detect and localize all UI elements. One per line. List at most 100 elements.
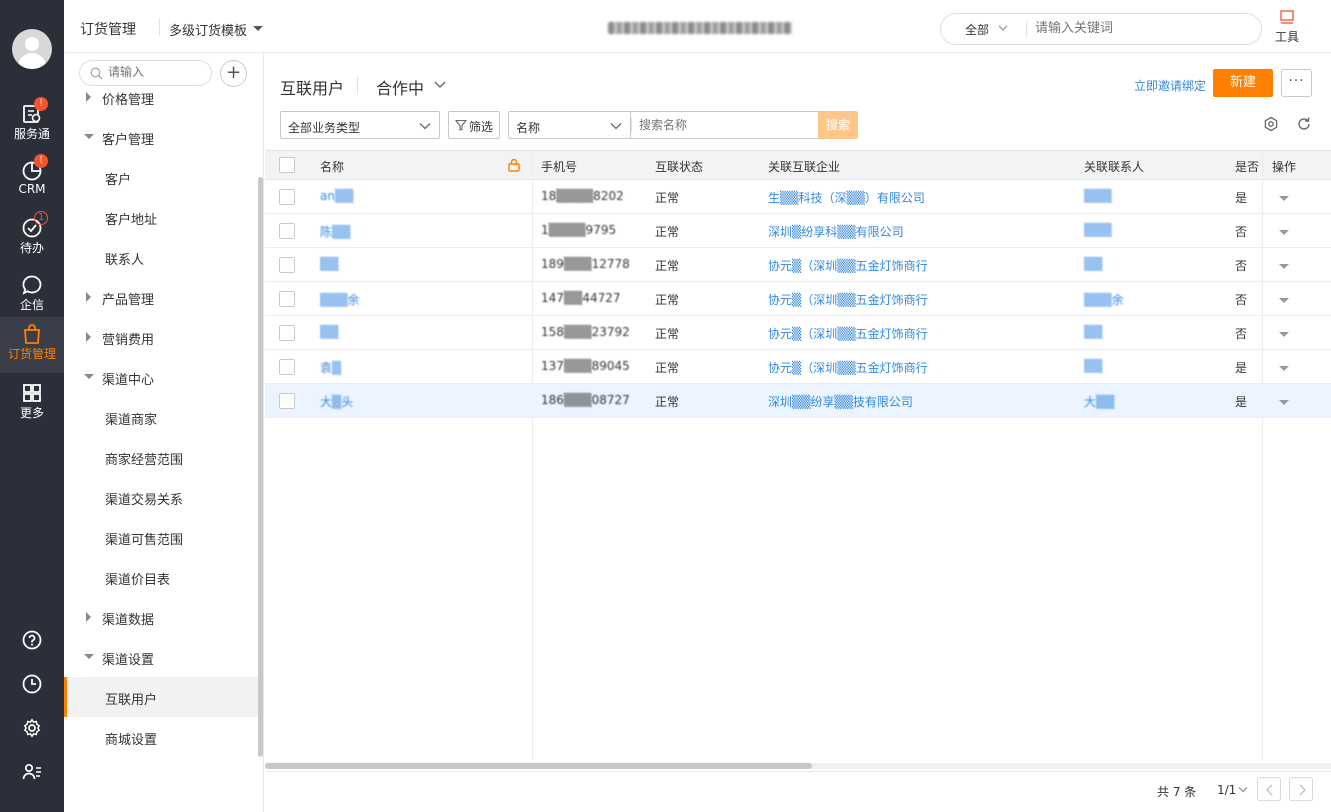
column-header-name[interactable]: 名称 bbox=[320, 158, 344, 175]
cell-contact[interactable]: ▒▒ bbox=[1084, 359, 1102, 373]
tree-item-product-mgmt[interactable]: 产品管理 bbox=[64, 277, 258, 317]
cell-contact[interactable]: 大▒▒ bbox=[1084, 393, 1114, 410]
rail-item-crm[interactable]: ! CRM bbox=[0, 154, 64, 210]
cell-company[interactable]: 协元▒（深圳▒▒五金灯饰商行 bbox=[768, 257, 928, 274]
more-button[interactable]: ··· bbox=[1281, 69, 1312, 97]
cell-company[interactable]: 深圳▒▒纷享▒▒技有限公司 bbox=[768, 393, 913, 410]
row-checkbox[interactable] bbox=[279, 359, 295, 375]
settings-icon[interactable] bbox=[1263, 116, 1279, 132]
cell-name[interactable]: 陈▒▒ bbox=[320, 223, 350, 240]
rail-item-todo[interactable]: 1 待办 bbox=[0, 211, 64, 267]
settings-button[interactable] bbox=[0, 708, 64, 748]
sidebar-scrollbar[interactable] bbox=[258, 177, 263, 757]
table-row[interactable]: ▒▒ 158▒▒▒23792 正常 协元▒（深圳▒▒五金灯饰商行 ▒▒ 否 bbox=[265, 316, 1331, 350]
global-search-input[interactable] bbox=[1035, 21, 1235, 36]
tree-item-channel-merchants[interactable]: 渠道商家 bbox=[64, 397, 258, 437]
search-field-select[interactable]: 名称 bbox=[508, 111, 630, 139]
row-checkbox[interactable] bbox=[279, 393, 295, 409]
tree-item-customer-address[interactable]: 客户地址 bbox=[64, 197, 258, 237]
row-action-caret-icon[interactable] bbox=[1279, 264, 1289, 269]
table-row[interactable]: an▒▒ 18▒▒▒▒8202 正常 生▒▒科技（深▒▒）有限公司 ▒▒▒ 是 bbox=[265, 180, 1331, 214]
tree-item-channel-price-list[interactable]: 渠道价目表 bbox=[64, 557, 258, 597]
tree-item-channel-sale-scope[interactable]: 渠道可售范围 bbox=[64, 517, 258, 557]
rail-item-messenger[interactable]: 企信 bbox=[0, 268, 64, 324]
cell-name[interactable]: an▒▒ bbox=[320, 189, 353, 203]
table-row[interactable]: ▒▒ 189▒▒▒12778 正常 协元▒（深圳▒▒五金灯饰商行 ▒▒ 否 bbox=[265, 248, 1331, 282]
tree-item-customer-mgmt[interactable]: 客户管理 bbox=[64, 117, 258, 157]
tree-item-price[interactable]: 价格管理 bbox=[64, 77, 258, 117]
cell-company[interactable]: 生▒▒科技（深▒▒）有限公司 bbox=[768, 189, 925, 206]
column-header-linked-contact[interactable]: 关联联系人 bbox=[1084, 158, 1144, 175]
page-indicator[interactable]: 1/1 bbox=[1217, 783, 1236, 797]
row-checkbox[interactable] bbox=[279, 189, 295, 205]
rail-item-service[interactable]: ! 服务通 bbox=[0, 97, 64, 153]
prev-page-button[interactable] bbox=[1257, 777, 1281, 801]
rail-item-more[interactable]: 更多 bbox=[0, 376, 64, 432]
cell-company[interactable]: 深圳▒纷享科▒▒有限公司 bbox=[768, 223, 904, 240]
business-type-select[interactable]: 全部业务类型 bbox=[280, 111, 440, 139]
cell-contact[interactable]: ▒▒▒余 bbox=[1084, 291, 1124, 308]
tree-item-customer[interactable]: 客户 bbox=[64, 157, 258, 197]
column-header-phone[interactable]: 手机号 bbox=[541, 158, 577, 175]
cell-contact[interactable]: ▒▒ bbox=[1084, 325, 1102, 339]
cell-company[interactable]: 协元▒（深圳▒▒五金灯饰商行 bbox=[768, 359, 928, 376]
filter-button[interactable]: 筛选 bbox=[448, 111, 500, 139]
history-button[interactable] bbox=[0, 664, 64, 704]
row-action-caret-icon[interactable] bbox=[1279, 196, 1289, 201]
tree-item-channel-settings[interactable]: 渠道设置 bbox=[64, 637, 258, 677]
row-action-caret-icon[interactable] bbox=[1279, 400, 1289, 405]
cell-name[interactable]: 大▒头 bbox=[320, 393, 353, 410]
table-horizontal-scrollbar[interactable] bbox=[265, 763, 1331, 769]
search-button[interactable]: 搜索 bbox=[818, 111, 858, 139]
chevron-down-icon[interactable] bbox=[1238, 786, 1248, 794]
select-all-checkbox[interactable] bbox=[279, 157, 295, 173]
breadcrumb-app[interactable]: 订货管理 bbox=[80, 19, 136, 39]
cell-contact[interactable]: ▒▒▒ bbox=[1084, 223, 1112, 237]
table-row[interactable]: ▒▒▒余 147▒▒44727 正常 协元▒（深圳▒▒五金灯饰商行 ▒▒▒余 否 bbox=[265, 282, 1331, 316]
column-header-link-status[interactable]: 互联状态 bbox=[655, 158, 703, 175]
tree-item-merchant-scope[interactable]: 商家经营范围 bbox=[64, 437, 258, 477]
tree-item-mall-settings[interactable]: 商城设置 bbox=[64, 717, 258, 757]
tree-item-channel-center[interactable]: 渠道中心 bbox=[64, 357, 258, 397]
table-row[interactable]: 陈▒▒ 1▒▒▒▒9795 正常 深圳▒纷享科▒▒有限公司 ▒▒▒ 否 bbox=[265, 214, 1331, 248]
new-button[interactable]: 新建 bbox=[1213, 69, 1273, 97]
rail-item-ordering[interactable]: 订货管理 bbox=[0, 317, 64, 373]
scrollbar-thumb[interactable] bbox=[265, 763, 812, 769]
invite-bind-link[interactable]: 立即邀请绑定 bbox=[1134, 77, 1206, 94]
row-action-caret-icon[interactable] bbox=[1279, 230, 1289, 235]
cell-name[interactable]: ▒▒ bbox=[320, 257, 338, 271]
cell-contact[interactable]: ▒▒▒ bbox=[1084, 189, 1112, 203]
tree-item-linked-users[interactable]: 互联用户 bbox=[64, 677, 258, 717]
column-header-flag[interactable]: 是否 bbox=[1235, 158, 1259, 175]
refresh-icon[interactable] bbox=[1296, 116, 1312, 132]
cell-company[interactable]: 协元▒（深圳▒▒五金灯饰商行 bbox=[768, 325, 928, 342]
row-checkbox[interactable] bbox=[279, 257, 295, 273]
user-avatar[interactable] bbox=[12, 29, 52, 69]
search-scope-select[interactable]: 全部 bbox=[965, 21, 989, 38]
status-filter[interactable]: 合作中 bbox=[376, 75, 424, 99]
cell-name[interactable]: ▒▒▒余 bbox=[320, 291, 360, 308]
caret-down-icon[interactable] bbox=[253, 26, 263, 31]
contacts-button[interactable] bbox=[0, 752, 64, 792]
help-button[interactable] bbox=[0, 620, 64, 660]
keyword-input[interactable] bbox=[639, 118, 809, 132]
chevron-down-icon[interactable] bbox=[433, 80, 447, 90]
row-action-caret-icon[interactable] bbox=[1279, 298, 1289, 303]
row-checkbox[interactable] bbox=[279, 325, 295, 341]
column-header-linked-company[interactable]: 关联互联企业 bbox=[768, 158, 840, 175]
row-action-caret-icon[interactable] bbox=[1279, 332, 1289, 337]
chevron-down-icon[interactable] bbox=[997, 22, 1009, 34]
template-switcher[interactable]: 多级订货模板 bbox=[169, 20, 247, 39]
cell-company[interactable]: 协元▒（深圳▒▒五金灯饰商行 bbox=[768, 291, 928, 308]
row-checkbox[interactable] bbox=[279, 291, 295, 307]
tree-item-channel-data[interactable]: 渠道数据 bbox=[64, 597, 258, 637]
tools-button[interactable]: 工具 bbox=[1272, 8, 1302, 45]
tree-item-contact[interactable]: 联系人 bbox=[64, 237, 258, 277]
next-page-button[interactable] bbox=[1289, 777, 1313, 801]
cell-contact[interactable]: ▒▒ bbox=[1084, 257, 1102, 271]
cell-name[interactable]: 袁▒ bbox=[320, 359, 341, 376]
row-action-caret-icon[interactable] bbox=[1279, 366, 1289, 371]
tree-item-marketing-cost[interactable]: 营销费用 bbox=[64, 317, 258, 357]
table-row[interactable]: 袁▒ 137▒▒▒89045 正常 协元▒（深圳▒▒五金灯饰商行 ▒▒ 是 bbox=[265, 350, 1331, 384]
tree-item-channel-trade[interactable]: 渠道交易关系 bbox=[64, 477, 258, 517]
